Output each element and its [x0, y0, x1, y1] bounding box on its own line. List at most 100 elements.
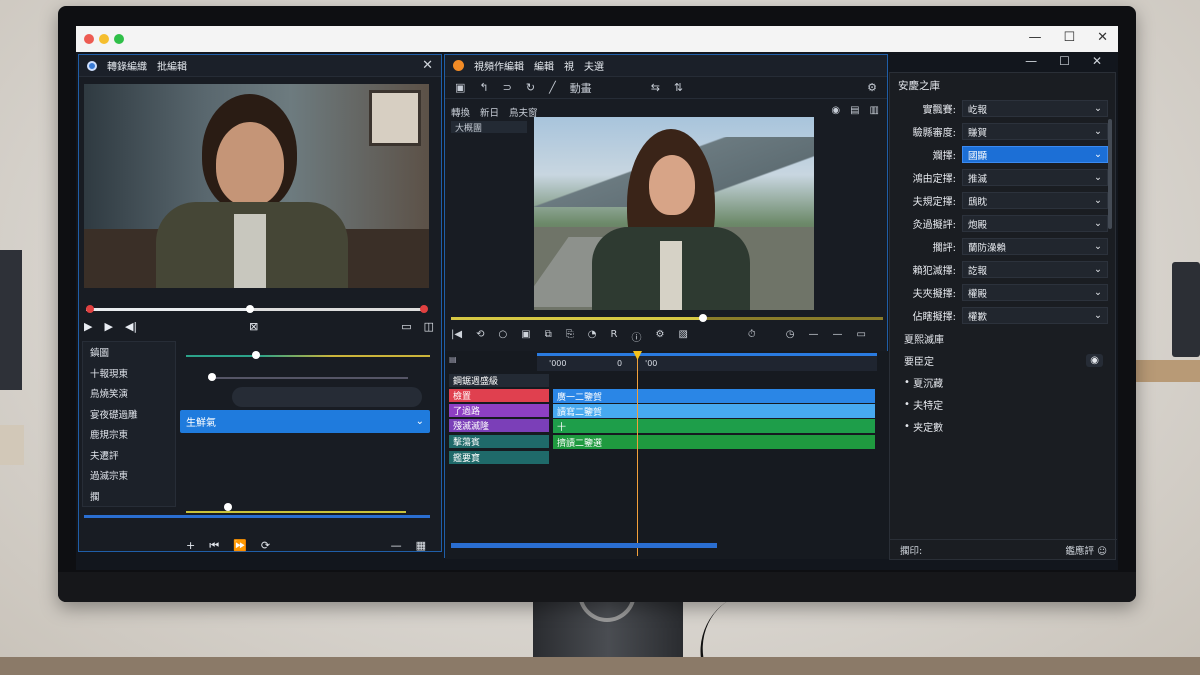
export-icon[interactable]: ⎘	[566, 329, 574, 344]
layout-icon[interactable]: ▤	[850, 105, 859, 116]
timeline-clip[interactable]: 讀寫二鑒賀	[553, 404, 875, 418]
go-start-icon[interactable]: |◀	[451, 329, 462, 344]
close-icon[interactable]: ✕	[1097, 30, 1108, 45]
add-icon[interactable]: +	[186, 539, 195, 553]
grid-icon[interactable]: ▦	[416, 539, 426, 553]
maximize-icon[interactable]: ☐	[1063, 30, 1075, 45]
property-select[interactable]: 鴟眈 ⌄	[962, 192, 1108, 209]
effects-icon[interactable]: ⚙	[655, 329, 664, 344]
side-menu-item[interactable]: 宴夜礎過雕	[83, 404, 175, 425]
tab-convert[interactable]: 轉換	[451, 105, 470, 119]
minimize-icon[interactable]: —	[1028, 30, 1041, 45]
side-menu-item[interactable]: 十報現東	[83, 363, 175, 384]
roll-icon[interactable]: ⊃	[503, 81, 512, 94]
eye-icon[interactable]: ◉	[1086, 353, 1103, 367]
zoom-out-icon[interactable]: —	[808, 329, 818, 344]
track-header[interactable]: 鋼鋸週盛級	[449, 374, 549, 387]
timeline-playhead[interactable]	[637, 351, 638, 556]
zoom-in-icon[interactable]: —	[832, 329, 842, 344]
swap-icon[interactable]: ⇆	[651, 81, 660, 94]
menu-select[interactable]: 夫選	[584, 58, 604, 73]
property-select[interactable]: 屹報 ⌄	[962, 100, 1108, 117]
property-select[interactable]: 權歉 ⌄	[962, 307, 1108, 324]
track-header[interactable]: 擊蕩賓	[449, 435, 549, 448]
source-video-frame[interactable]	[84, 84, 429, 288]
media-bin[interactable]: 大概團	[451, 121, 527, 134]
timeline-clip[interactable]: 擠讀二鑒選	[553, 435, 875, 449]
link-icon[interactable]: ⟲	[476, 329, 484, 344]
maximize-icon[interactable]: ☐	[1059, 54, 1070, 72]
minimize-dot[interactable]	[99, 34, 109, 44]
timeline-clip[interactable]: 廣一二鑒賀	[553, 389, 875, 403]
properties-scrollbar[interactable]	[1108, 119, 1112, 229]
left-window-subtitle[interactable]: 批編輯	[157, 58, 187, 73]
fullscreen-icon[interactable]: ▭	[401, 320, 411, 333]
source-scrubber[interactable]	[86, 305, 428, 313]
track-header[interactable]: 了過路	[449, 404, 549, 417]
side-menu-item[interactable]: 鹿規宗東	[83, 424, 175, 445]
ripple-icon[interactable]: ↰	[479, 81, 488, 94]
side-menu-item[interactable]: 鳥燒笑演	[83, 383, 175, 404]
copy-icon[interactable]: ⧉	[545, 329, 552, 344]
capture-icon[interactable]: ▣	[521, 329, 530, 344]
track-header[interactable]: 檢置	[449, 389, 549, 402]
timer-icon[interactable]: ◔	[588, 329, 597, 344]
step-back-icon[interactable]: ◀|	[125, 320, 137, 333]
panel-icon[interactable]: ▥	[870, 105, 879, 116]
property-select[interactable]: 推滅 ⌄	[962, 169, 1108, 186]
side-menu-item[interactable]: 夫遷評	[83, 445, 175, 466]
mark-icon[interactable]: ⊠	[249, 320, 258, 333]
settings-gear-icon[interactable]: ⚙	[867, 81, 877, 94]
close-icon[interactable]: ✕	[1092, 54, 1102, 72]
speed-icon[interactable]: ⏱	[748, 329, 756, 344]
section-item[interactable]: • 夫特定	[890, 393, 1115, 415]
level-slider[interactable]	[186, 355, 430, 357]
property-select[interactable]: 賺賀 ⌄	[962, 123, 1108, 140]
blade-icon[interactable]: ╱	[549, 81, 556, 94]
record-icon[interactable]: ○	[498, 329, 507, 344]
chevron-down-icon[interactable]: ⌄	[416, 416, 430, 427]
side-menu-item[interactable]: 鎮圖	[83, 342, 175, 363]
track-header[interactable]: 殘滅滅隆	[449, 419, 549, 432]
image-icon[interactable]: ▧	[678, 329, 687, 344]
forward-icon[interactable]: ⏩	[233, 539, 247, 553]
menu-view[interactable]: 視	[564, 58, 574, 73]
volume-knob[interactable]	[224, 503, 232, 511]
property-select[interactable]: 炮殿 ⌄	[962, 215, 1108, 232]
select-icon[interactable]: ▣	[455, 81, 465, 94]
close-icon[interactable]: ✕	[422, 58, 433, 73]
section-item[interactable]: • 夏沉藏	[890, 371, 1115, 393]
program-video-frame[interactable]	[534, 117, 814, 310]
selected-effect-row[interactable]: 生鮮氣 ⌄	[180, 410, 430, 433]
opacity-knob[interactable]	[208, 373, 216, 381]
footer-action-button[interactable]: 鑑應評 ☺	[1066, 543, 1107, 557]
rotate-icon[interactable]: ↻	[526, 81, 535, 94]
side-menu-item[interactable]: 過滅宗東	[83, 465, 175, 486]
section-item[interactable]: • 夹定數	[890, 415, 1115, 437]
property-select[interactable]: 權殿 ⌄	[962, 284, 1108, 301]
refresh-icon[interactable]: R	[611, 329, 618, 344]
left-progress-bar[interactable]	[84, 515, 430, 518]
play-icon[interactable]: ▶	[84, 320, 92, 333]
side-menu-item[interactable]: 擱	[83, 486, 175, 507]
eye-icon[interactable]: ◉	[831, 105, 840, 116]
timeline-clip[interactable]: 十	[553, 419, 875, 433]
section-item[interactable]: 要臣定 ◉	[890, 349, 1115, 371]
property-select[interactable]: 訖報 ⌄	[962, 261, 1108, 278]
minimize-icon[interactable]: —	[1025, 54, 1037, 72]
program-scrubber[interactable]	[451, 314, 883, 322]
window-icon[interactable]: ▭	[856, 329, 865, 344]
maximize-dot[interactable]	[114, 34, 124, 44]
property-select[interactable]: 蘭防澡賴 ⌄	[962, 238, 1108, 255]
timeline-scrollbar[interactable]	[451, 543, 717, 548]
volume-slider[interactable]	[186, 511, 406, 513]
speed-slider[interactable]	[232, 387, 422, 407]
info-icon[interactable]: ⓘ	[631, 329, 641, 344]
program-playhead-handle[interactable]	[699, 314, 707, 322]
close-dot[interactable]	[84, 34, 94, 44]
track-header[interactable]: 鑑要寶	[449, 451, 549, 464]
opacity-slider[interactable]	[208, 377, 408, 379]
playhead-handle[interactable]	[246, 305, 254, 313]
in-point-handle[interactable]	[86, 305, 94, 313]
time-ruler[interactable]: '000 0 '00	[537, 353, 877, 371]
